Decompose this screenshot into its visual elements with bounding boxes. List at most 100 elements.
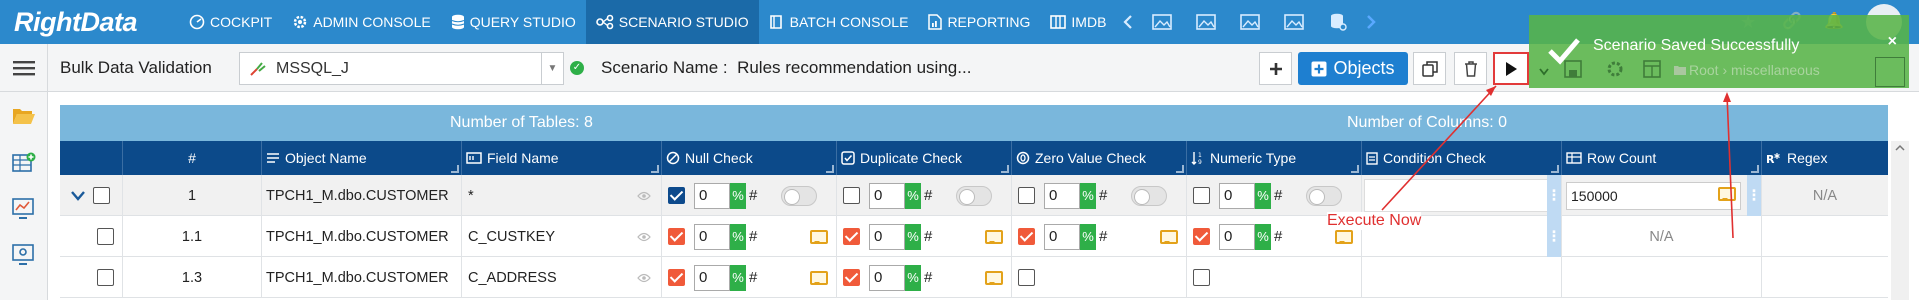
percent-toggle[interactable]: % [1080,223,1096,250]
count-toggle[interactable]: # [924,187,932,204]
percent-toggle[interactable]: % [905,264,921,291]
image-icon[interactable] [1140,0,1184,44]
hamburger-menu[interactable] [0,44,48,92]
row-count-cell[interactable] [1562,257,1762,298]
null-threshold-input[interactable]: 0 [694,223,730,250]
image-icon[interactable] [1184,0,1228,44]
zero-threshold-input[interactable]: 0 [1044,182,1080,209]
duplicate-check-switch[interactable] [956,185,993,206]
numeric-type-switch[interactable] [1306,185,1343,206]
table-row[interactable]: 1.1 TPCH1_M.dbo.CUSTOMER C_CUSTKEY 0 % #… [60,216,1888,257]
save-icon[interactable] [1564,60,1582,78]
count-toggle[interactable]: # [1274,228,1282,245]
header-duplicate-check[interactable]: Duplicate Check [837,141,1012,175]
percent-toggle[interactable]: % [905,223,921,250]
nav-next-icon[interactable] [1360,0,1384,44]
percent-toggle[interactable]: % [1080,182,1096,209]
delete-button[interactable] [1454,52,1487,85]
percent-toggle[interactable]: % [730,264,746,291]
folder-open-icon[interactable] [12,106,36,126]
count-toggle[interactable]: # [749,269,757,286]
zero-value-switch[interactable] [1131,185,1168,206]
numeric-type-checkbox[interactable] [1193,187,1210,204]
gear-icon[interactable] [1606,60,1624,78]
percent-toggle[interactable]: % [905,182,921,209]
comment-icon[interactable] [985,230,1003,244]
condition-check-cell[interactable] [1362,257,1562,298]
eye-icon[interactable] [637,191,651,201]
regex-cell[interactable] [1762,257,1888,298]
percent-toggle[interactable]: % [730,182,746,209]
condition-check-input[interactable] [1364,179,1550,212]
eye-icon[interactable] [637,273,651,283]
duplicate-check-checkbox[interactable] [843,187,860,204]
header-zero-value-check[interactable]: Zero Value Check [1012,141,1187,175]
header-index[interactable]: # [123,141,262,175]
nav-imdb[interactable]: IMDB [1040,0,1116,44]
numeric-type-checkbox[interactable] [1193,269,1210,286]
nav-query-studio[interactable]: QUERY STUDIO [441,0,586,44]
database-settings-icon[interactable] [1316,0,1360,44]
comment-icon[interactable] [810,271,828,285]
header-numeric-type[interactable]: 19 Numeric Type [1187,141,1362,175]
zero-value-checkbox[interactable] [1018,228,1035,245]
null-threshold-input[interactable]: 0 [694,264,730,291]
row-select-checkbox[interactable] [93,187,110,204]
panel-button[interactable] [1875,57,1905,87]
row-select-checkbox[interactable] [97,228,114,245]
percent-toggle[interactable]: % [1255,223,1271,250]
null-check-switch[interactable] [781,185,818,206]
objects-button[interactable]: Objects [1298,52,1408,85]
condition-options-handle[interactable]: ⋮ [1547,216,1561,257]
copy-button[interactable] [1413,52,1446,85]
duplicate-threshold-input[interactable]: 0 [869,264,905,291]
nav-reporting[interactable]: REPORTING [918,0,1040,44]
zero-threshold-input[interactable]: 0 [1044,223,1080,250]
chevron-down-icon[interactable] [1539,68,1549,76]
image-icon[interactable] [1228,0,1272,44]
count-toggle[interactable]: # [1274,187,1282,204]
count-toggle[interactable]: # [1099,228,1107,245]
null-check-checkbox[interactable] [668,228,685,245]
count-toggle[interactable]: # [749,228,757,245]
null-check-checkbox[interactable] [668,269,685,286]
duplicate-threshold-input[interactable]: 0 [869,223,905,250]
table-icon[interactable] [1643,60,1661,78]
duplicate-check-checkbox[interactable] [843,228,860,245]
null-check-checkbox[interactable] [668,187,685,204]
toast-close-button[interactable]: × [1888,33,1897,51]
table-row[interactable]: 1.3 TPCH1_M.dbo.CUSTOMER C_ADDRESS 0 % #… [60,257,1888,298]
breadcrumb-leaf[interactable]: miscellaneous [1731,62,1820,78]
null-threshold-input[interactable]: 0 [694,182,730,209]
numeric-type-checkbox[interactable] [1193,228,1210,245]
header-object-name[interactable]: Object Name [262,141,462,175]
header-regex[interactable]: R Regex [1762,141,1888,175]
percent-toggle[interactable]: % [730,223,746,250]
row-count-input[interactable]: 150000 [1566,181,1741,210]
header-row-count[interactable]: Row Count [1562,141,1762,175]
numeric-threshold-input[interactable]: 0 [1219,223,1255,250]
add-button[interactable] [1259,52,1292,85]
comment-icon[interactable] [810,230,828,244]
scroll-up-icon[interactable] [1891,142,1909,154]
vertical-scrollbar[interactable] [1891,141,1909,300]
zero-value-checkbox[interactable] [1018,269,1035,286]
duplicate-threshold-input[interactable]: 0 [869,182,905,209]
nav-prev-icon[interactable] [1116,0,1140,44]
condition-check-cell[interactable]: ⋮ [1362,175,1562,216]
nav-cockpit[interactable]: COCKPIT [179,0,282,44]
count-toggle[interactable]: # [924,269,932,286]
chevron-down-icon[interactable]: ▼ [541,53,563,84]
count-toggle[interactable]: # [749,187,757,204]
execute-button[interactable] [1493,52,1529,85]
count-toggle[interactable]: # [1099,187,1107,204]
app-logo[interactable]: RightData [0,0,175,44]
comment-icon[interactable] [985,271,1003,285]
image-icon[interactable] [1272,0,1316,44]
duplicate-check-checkbox[interactable] [843,269,860,286]
monitor-chart-icon[interactable] [12,198,36,220]
monitor-settings-icon[interactable] [12,244,36,266]
datasource-select[interactable]: MSSQL_J ▼ [239,52,564,85]
breadcrumb-root[interactable]: Root [1689,62,1719,78]
nav-batch-console[interactable]: BATCH CONSOLE [759,0,919,44]
